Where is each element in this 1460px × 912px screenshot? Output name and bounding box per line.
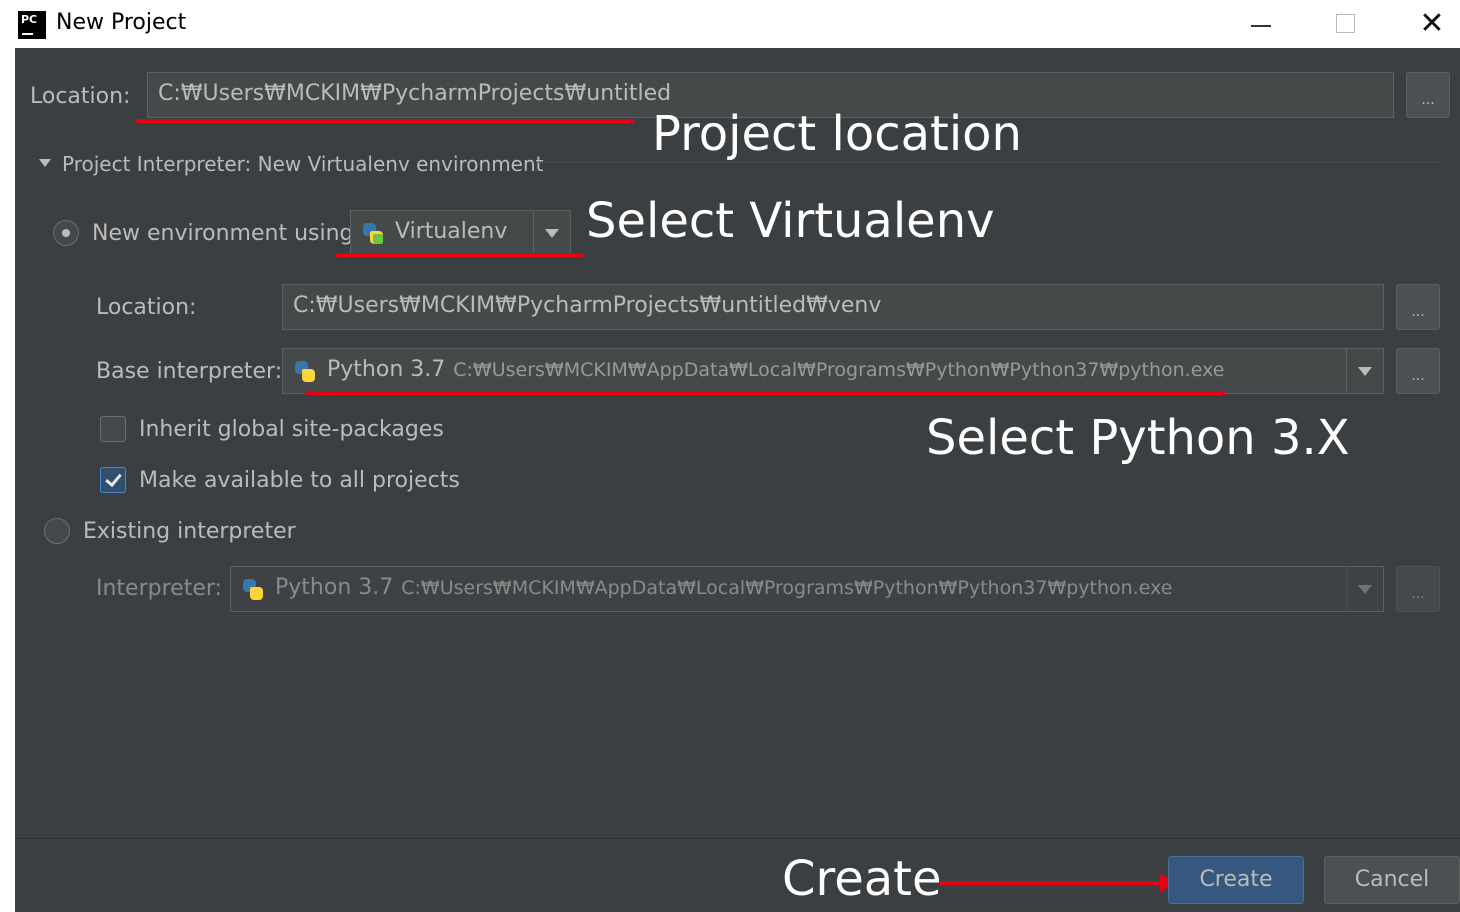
interpreter-label: Interpreter: [96,576,222,601]
python-icon [241,578,265,602]
radio-selected-dot [62,229,70,237]
venv-location-label: Location: [96,295,197,320]
minimize-button[interactable] [1236,6,1284,42]
section-divider [533,162,1443,163]
pycharm-app-icon: PC [18,11,46,39]
location-underline-annotation [136,119,634,123]
base-interpreter-value: Python 3.7 C:₩Users₩MCKIM₩AppData₩Local₩P… [327,357,1224,382]
base-interpreter-name: Python 3.7 [327,357,446,382]
base-interpreter-browse-button[interactable]: ... [1396,348,1440,394]
title-bar: PC New Project ✕ [0,0,1460,48]
environment-tool-value: Virtualenv [395,219,508,244]
footer-divider [15,838,1460,839]
venv-location-input[interactable]: C:₩Users₩MCKIM₩PycharmProjects₩untitled₩… [282,284,1384,330]
python-icon [293,360,317,384]
venv-location-browse-button[interactable]: ... [1396,284,1440,330]
location-browse-button[interactable]: ... [1406,72,1450,118]
create-annotation: Create [782,851,942,907]
new-environment-label: New environment using [92,221,354,246]
location-label: Location: [30,84,131,109]
inherit-global-label: Inherit global site-packages [139,417,444,442]
base-interpreter-path: C:₩Users₩MCKIM₩AppData₩Local₩Programs₩Py… [453,359,1225,381]
interpreter-section-title[interactable]: Project Interpreter: New Virtualenv envi… [62,152,544,176]
chevron-down-icon[interactable] [533,211,570,255]
make-available-label: Make available to all projects [139,468,460,493]
environment-tool-select[interactable]: Virtualenv [350,210,571,256]
new-environment-radio[interactable] [53,220,79,246]
select-virtualenv-annotation: Select Virtualenv [586,193,995,249]
virtualenv-underline-annotation [335,253,583,257]
interpreter-value: Python 3.7 C:₩Users₩MCKIM₩AppData₩Local₩P… [275,575,1172,600]
python-underline-annotation [305,391,1225,395]
chevron-down-icon[interactable] [1346,567,1383,611]
close-button[interactable]: ✕ [1408,6,1456,42]
interpreter-browse-button[interactable]: ... [1396,566,1440,612]
make-available-checkbox[interactable] [100,467,126,493]
new-project-dialog: Location: C:₩Users₩MCKIM₩PycharmProjects… [15,48,1460,912]
project-location-annotation: Project location [652,106,1022,162]
interpreter-path: C:₩Users₩MCKIM₩AppData₩Local₩Programs₩Py… [401,577,1173,599]
interpreter-name: Python 3.7 [275,575,394,600]
create-arrow-annotation [940,881,1165,885]
cancel-button[interactable]: Cancel [1324,856,1460,904]
existing-interpreter-radio[interactable] [44,518,70,544]
select-python-annotation: Select Python 3.X [926,410,1350,466]
window-title: New Project [56,10,187,35]
create-button[interactable]: Create [1168,856,1304,904]
virtualenv-icon [361,222,385,246]
existing-interpreter-label: Existing interpreter [83,519,296,544]
maximize-button[interactable] [1320,6,1368,42]
base-interpreter-select[interactable]: Python 3.7 C:₩Users₩MCKIM₩AppData₩Local₩P… [282,348,1384,394]
interpreter-select[interactable]: Python 3.7 C:₩Users₩MCKIM₩AppData₩Local₩P… [230,566,1384,612]
chevron-down-icon[interactable] [1346,349,1383,393]
base-interpreter-label: Base interpreter: [96,359,283,384]
inherit-global-checkbox[interactable] [100,416,126,442]
expand-triangle-icon[interactable] [39,159,51,167]
